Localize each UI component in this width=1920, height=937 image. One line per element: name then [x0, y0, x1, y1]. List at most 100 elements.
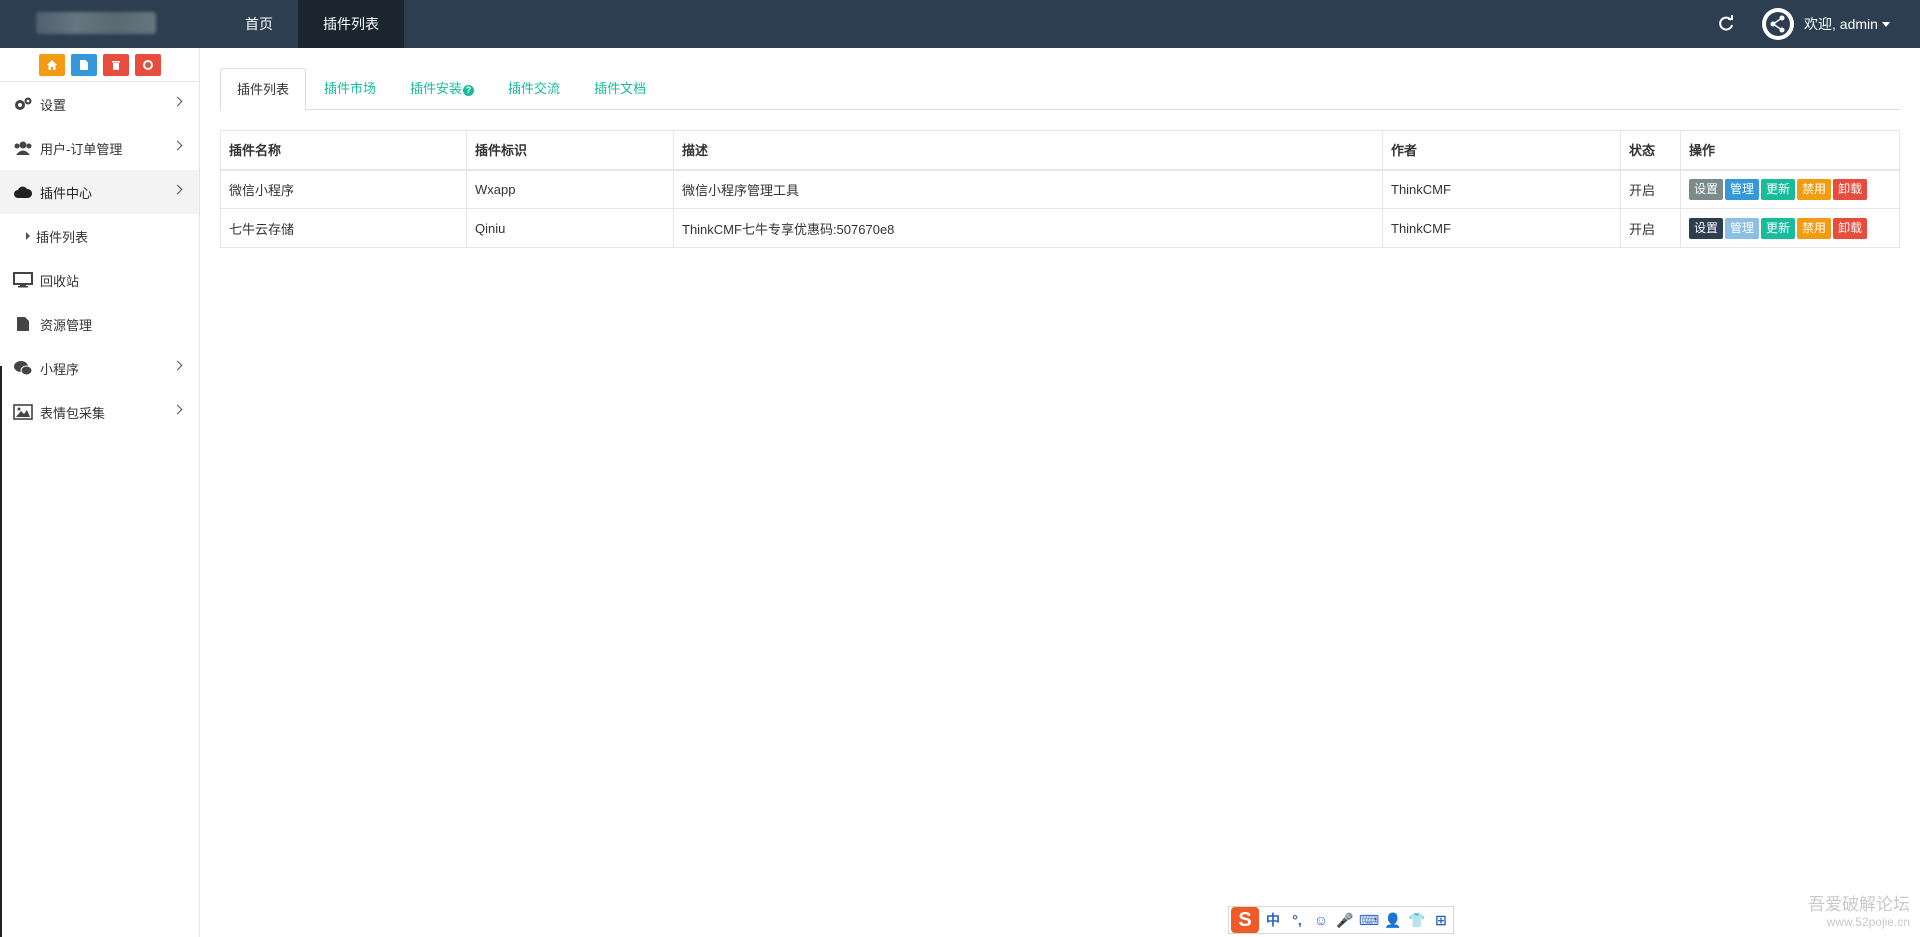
topnav-plugin-list[interactable]: 插件列表 [298, 0, 404, 48]
share-icon [1762, 8, 1794, 40]
plugin-table: 插件名称 插件标识 描述 作者 状态 操作 微信小程序 Wxapp 微信小程序管… [220, 130, 1900, 248]
users-icon [12, 139, 34, 157]
sidebar-item-mini-program[interactable]: 小程序 [0, 346, 199, 390]
sidebar-item-emoji-collect[interactable]: 表情包采集 [0, 390, 199, 434]
sogou-logo-icon[interactable]: S [1231, 907, 1259, 933]
tab-plugin-install[interactable]: 插件安装? [394, 68, 490, 110]
sidebar-item-label: 小程序 [40, 361, 80, 377]
ime-user-icon[interactable]: 👤 [1383, 910, 1403, 930]
plugin-actions: 设置 管理 更新 禁用 卸载 [1680, 208, 1900, 248]
sidebar-subitem-plugin-list[interactable]: 插件列表 [0, 214, 199, 258]
table-row: 微信小程序 Wxapp 微信小程序管理工具 ThinkCMF 开启 设置 管理 更新… [220, 169, 1900, 209]
wechat-icon [12, 359, 34, 377]
settings-button[interactable]: 设置 [1689, 217, 1724, 239]
plugin-status: 开启 [1620, 169, 1681, 209]
file-icon [79, 59, 88, 70]
chevron-right-icon [172, 360, 183, 371]
sidebar-item-recycle-bin[interactable]: 回收站 [0, 258, 199, 302]
column-header: 操作 [1680, 130, 1900, 171]
plugin-author: ThinkCMF [1382, 208, 1621, 248]
plugin-identifier: Qiniu [466, 208, 674, 248]
sidebar-item-plugin-center[interactable]: 插件中心 [0, 170, 199, 214]
sidebar-item-label: 回收站 [40, 273, 80, 289]
ime-voice-icon[interactable]: 🎤 [1335, 910, 1355, 930]
plugin-tabs: 插件列表 插件市场 插件安装? 插件交流 插件文档 [220, 68, 1900, 111]
ime-emoji-icon[interactable]: ☺ [1311, 910, 1331, 930]
table-row: 七牛云存储 Qiniu ThinkCMF七牛专享优惠码:507670e8 Thi… [220, 208, 1900, 248]
image-icon [12, 403, 34, 421]
sidebar-item-label: 用户-订单管理 [40, 141, 123, 157]
tab-plugin-forum[interactable]: 插件交流 [492, 68, 576, 110]
trash-icon [111, 60, 120, 70]
question-icon: ? [463, 85, 475, 96]
column-header: 插件名称 [220, 130, 467, 171]
column-header: 状态 [1620, 130, 1681, 171]
trash-shortcut-button[interactable] [102, 53, 129, 76]
top-nav: 首页 插件列表 [220, 0, 404, 48]
cloud-icon [12, 183, 34, 201]
tab-plugin-list[interactable]: 插件列表 [220, 68, 307, 111]
caret-down-icon [1881, 21, 1890, 27]
topnav-home[interactable]: 首页 [220, 0, 298, 48]
manage-button[interactable]: 管理 [1725, 178, 1760, 200]
shortcut-bar [0, 48, 199, 82]
user-label: 欢迎, admin [1804, 16, 1878, 32]
plugin-description: ThinkCMF七牛专享优惠码:507670e8 [673, 208, 1383, 248]
home-shortcut-button[interactable] [38, 53, 65, 76]
file-shortcut-button[interactable] [70, 53, 97, 76]
plugin-name: 微信小程序 [220, 169, 467, 209]
watermark-line1: 吾爱破解论坛 [1808, 895, 1910, 914]
watermark: 吾爱破解论坛 www.52pojie.cn [1808, 890, 1910, 929]
top-navbar: 首页 插件列表 欢迎, admin [0, 0, 1920, 48]
sidebar-item-label: 表情包采集 [40, 405, 106, 421]
column-header: 描述 [673, 130, 1383, 171]
column-header: 插件标识 [466, 130, 674, 171]
sidebar-item-user-orders[interactable]: 用户-订单管理 [0, 126, 199, 170]
ime-keyboard-icon[interactable]: ⌨ [1359, 910, 1379, 930]
update-button[interactable]: 更新 [1761, 217, 1796, 239]
file-icon [12, 315, 34, 333]
home-icon [46, 59, 57, 70]
disable-button[interactable]: 禁用 [1797, 217, 1832, 239]
disable-button[interactable]: 禁用 [1797, 178, 1832, 200]
watermark-line2: www.52pojie.cn [1826, 915, 1910, 929]
refresh-icon[interactable] [1716, 14, 1736, 34]
plugin-identifier: Wxapp [466, 169, 674, 209]
manage-button[interactable]: 管理 [1725, 217, 1760, 239]
column-header: 作者 [1382, 130, 1621, 171]
logo[interactable] [36, 12, 156, 34]
plugin-status: 开启 [1620, 208, 1681, 248]
gears-icon [12, 95, 34, 113]
sidebar-item-settings[interactable]: 设置 [0, 82, 199, 126]
tab-label: 插件安装 [410, 81, 463, 96]
plugin-name: 七牛云存储 [220, 208, 467, 248]
sidebar: 设置 用户-订单管理 插件中心 插件列表 回收站 资源管理 小程序 表情包采集 [0, 48, 200, 937]
user-menu[interactable]: 欢迎, admin [1762, 8, 1890, 40]
recycle-icon [142, 59, 153, 70]
ime-punctuation-icon[interactable]: °, [1287, 910, 1307, 930]
ime-chinese-mode[interactable]: 中 [1263, 910, 1283, 930]
chevron-right-icon [172, 184, 183, 195]
update-button[interactable]: 更新 [1761, 178, 1796, 200]
table-header-row: 插件名称 插件标识 描述 作者 状态 操作 [220, 130, 1900, 171]
ime-toolbox-icon[interactable]: ⊞ [1431, 910, 1451, 930]
caret-right-icon [26, 232, 30, 240]
desktop-icon [12, 271, 34, 289]
chevron-right-icon [172, 140, 183, 151]
chevron-right-icon [172, 96, 183, 107]
sidebar-item-resources[interactable]: 资源管理 [0, 302, 199, 346]
plugin-author: ThinkCMF [1382, 169, 1621, 209]
tab-plugin-docs[interactable]: 插件文档 [578, 68, 662, 110]
ime-skin-icon[interactable]: 👕 [1407, 910, 1427, 930]
sidebar-item-label: 设置 [40, 97, 67, 113]
uninstall-button[interactable]: 卸载 [1833, 217, 1868, 239]
sidebar-item-label: 资源管理 [40, 317, 93, 333]
settings-button[interactable]: 设置 [1689, 178, 1724, 200]
uninstall-button[interactable]: 卸载 [1833, 178, 1868, 200]
sidebar-item-label: 插件列表 [36, 229, 89, 245]
recycle-shortcut-button[interactable] [134, 53, 161, 76]
tab-plugin-market[interactable]: 插件市场 [308, 68, 392, 110]
chevron-right-icon [172, 404, 183, 415]
ime-toolbar: S 中 °, ☺ 🎤 ⌨ 👤 👕 ⊞ [1228, 906, 1454, 934]
plugin-description: 微信小程序管理工具 [673, 169, 1383, 209]
